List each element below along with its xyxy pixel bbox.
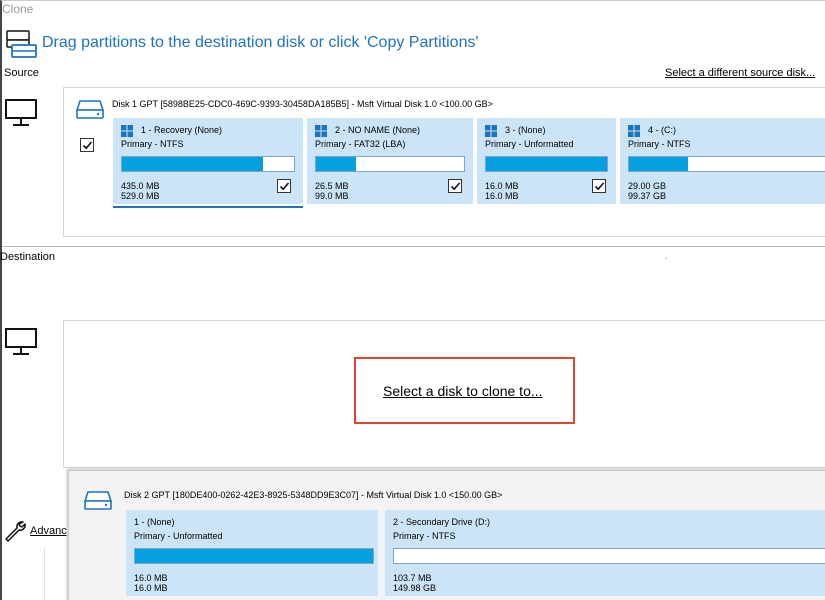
partition-used: 435.0 MB: [121, 181, 160, 191]
monitor-icon: [5, 99, 37, 126]
source-label: Source: [4, 67, 39, 79]
partition-1-checkbox[interactable]: [277, 179, 291, 193]
partition-type: Primary - Unformatted: [134, 531, 223, 541]
partition-type: Primary - NTFS: [628, 139, 691, 149]
partition-3-checkbox[interactable]: [592, 179, 606, 193]
partition-usage-bar: [485, 156, 608, 172]
partition-usage-bar: [315, 156, 465, 172]
partition-used: 26.5 MB: [315, 181, 349, 191]
partition-name: 1 - (None): [134, 517, 175, 527]
destination-label: Destination: [0, 251, 56, 263]
source-disk-title: Disk 1 GPT [5898BE25-CDC0-469C-9393-3045…: [112, 99, 493, 109]
popup-partition-2[interactable]: 2 - Secondary Drive (D:) Primary - NTFS …: [385, 510, 825, 596]
hard-disk-icon: [76, 100, 104, 119]
source-partition-4[interactable]: 4 - (C:) Primary - NTFS 29.00 GB 99.37 G…: [620, 118, 825, 204]
usage-fill: [629, 157, 688, 171]
partition-usage-bar: [134, 548, 374, 564]
select-different-source-link[interactable]: Select a different source disk...: [665, 67, 815, 79]
source-partition-2[interactable]: 2 - NO NAME (None) Primary - FAT32 (LBA)…: [307, 118, 473, 204]
partition-name: 3 - (None): [505, 125, 546, 135]
usage-fill: [316, 157, 356, 171]
windows-logo-icon: [315, 125, 327, 137]
popup-disk-title[interactable]: Disk 2 GPT [180DE400-0262-42E3-8925-5348…: [124, 490, 502, 500]
footer-rule: [44, 548, 45, 600]
partition-usage-bar: [393, 548, 825, 564]
usage-fill: [486, 157, 607, 171]
checkmark-icon: [594, 182, 605, 191]
partition-used: 16.0 MB: [134, 573, 168, 583]
partition-used: 29.00 GB: [628, 181, 667, 191]
source-partition-3[interactable]: 3 - (None) Primary - Unformatted 16.0 MB…: [477, 118, 616, 204]
checkmark-icon: [82, 141, 93, 150]
partition-total: 16.0 MB: [485, 191, 519, 201]
section-divider: [2, 246, 825, 247]
instruction-header: Drag partitions to the destination disk …: [42, 34, 479, 51]
windows-logo-icon: [121, 125, 133, 137]
partition-total: 99.0 MB: [315, 191, 349, 201]
hard-disk-icon: [84, 491, 112, 510]
partition-name: 4 - (C:): [648, 125, 676, 135]
partition-total: 529.0 MB: [121, 191, 160, 201]
windows-logo-icon: [485, 125, 497, 137]
partition-2-checkbox[interactable]: [448, 179, 462, 193]
partition-type: Primary - FAT32 (LBA): [315, 139, 406, 149]
wrench-icon: [5, 521, 26, 542]
partition-usage-bar: [121, 156, 295, 172]
partition-type: Primary - Unformatted: [485, 139, 574, 149]
disk-selection-dropdown: Disk 2 GPT [180DE400-0262-42E3-8925-5348…: [68, 470, 825, 600]
usage-fill: [135, 549, 373, 563]
checkmark-icon: [450, 182, 461, 191]
partition-usage-bar: [628, 156, 825, 172]
partition-total: 99.37 GB: [628, 191, 667, 201]
windows-logo-icon: [628, 125, 640, 137]
partition-name: 2 - NO NAME (None): [335, 125, 421, 135]
select-disk-to-clone-link[interactable]: Select a disk to clone to...: [383, 383, 543, 399]
advanced-options-link[interactable]: Advanc: [30, 525, 67, 537]
source-partition-1[interactable]: 1 - Recovery (None) Primary - NTFS 435.0…: [113, 118, 303, 204]
source-disk-checkbox[interactable]: [80, 138, 94, 152]
partition-type: Primary - NTFS: [393, 531, 456, 541]
monitor-icon: [5, 328, 37, 355]
partition-total: 149.98 GB: [393, 583, 437, 593]
usage-fill: [122, 157, 264, 171]
selected-partition-indicator: [113, 206, 303, 208]
disk-stack-icon: [6, 30, 37, 58]
partition-used: 16.0 MB: [485, 181, 519, 191]
partition-type: Primary - NTFS: [121, 139, 184, 149]
popup-partition-1[interactable]: 1 - (None) Primary - Unformatted 16.0 MB…: [126, 510, 378, 596]
window-title: Clone: [2, 2, 34, 16]
separator-mark: [665, 258, 667, 259]
partition-total: 16.0 MB: [134, 583, 168, 593]
partition-used: 103.7 MB: [393, 573, 432, 583]
checkmark-icon: [279, 182, 290, 191]
partition-name: 2 - Secondary Drive (D:): [393, 517, 491, 527]
partition-name: 1 - Recovery (None): [141, 125, 223, 135]
